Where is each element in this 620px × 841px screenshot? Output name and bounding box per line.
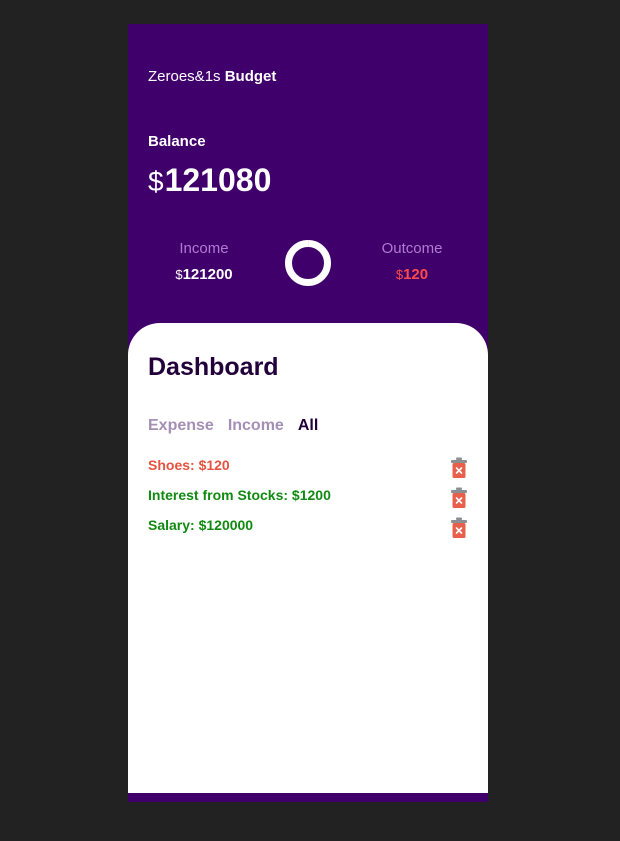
transaction-label: Salary: $120000 bbox=[148, 517, 254, 533]
outcome-summary: Outcome $120 bbox=[352, 240, 472, 283]
delete-icon[interactable] bbox=[450, 517, 468, 539]
balance-amount: 121080 bbox=[164, 162, 272, 198]
income-summary: Income $121200 bbox=[144, 240, 264, 283]
delete-icon[interactable] bbox=[450, 457, 468, 479]
dashboard-title: Dashboard bbox=[148, 353, 279, 381]
income-currency: $ bbox=[175, 267, 183, 282]
transaction-label: Shoes: $120 bbox=[148, 457, 230, 473]
income-value: $121200 bbox=[144, 266, 264, 283]
brand-prefix: Zeroes&1s bbox=[148, 68, 221, 85]
filter-tabs: Expense Income All bbox=[148, 417, 318, 435]
transaction-row: Shoes: $120 bbox=[148, 457, 468, 487]
app-brand: Zeroes&1s Budget bbox=[148, 68, 276, 85]
income-amount: 121200 bbox=[182, 266, 233, 283]
ring-income-arc bbox=[285, 240, 331, 286]
outcome-label: Outcome bbox=[381, 240, 443, 257]
income-label: Income bbox=[179, 240, 229, 257]
app-frame: Zeroes&1s Budget Balance $ 121080 Income… bbox=[128, 24, 488, 802]
outcome-currency: $ bbox=[395, 267, 404, 282]
transaction-row: Salary: $120000 bbox=[148, 517, 468, 547]
tab-all[interactable]: All bbox=[298, 417, 318, 435]
tab-income[interactable]: Income bbox=[228, 417, 284, 435]
outcome-value: $120 bbox=[352, 266, 472, 283]
brand-name: Budget bbox=[224, 68, 277, 85]
dashboard-panel: Dashboard Expense Income All Shoes: $120… bbox=[128, 323, 488, 793]
balance-label: Balance bbox=[148, 133, 206, 150]
balance-currency: $ bbox=[148, 166, 164, 197]
transaction-label: Interest from Stocks: $1200 bbox=[148, 487, 331, 503]
outcome-amount: 120 bbox=[403, 266, 429, 283]
tab-expense[interactable]: Expense bbox=[148, 417, 214, 435]
delete-icon[interactable] bbox=[450, 487, 468, 509]
income-outcome-ring-chart bbox=[285, 240, 331, 286]
balance-value: $ 121080 bbox=[148, 162, 271, 199]
transaction-list: Shoes: $120 Interest from Stocks: $1200 bbox=[148, 457, 468, 547]
transaction-row: Interest from Stocks: $1200 bbox=[148, 487, 468, 517]
